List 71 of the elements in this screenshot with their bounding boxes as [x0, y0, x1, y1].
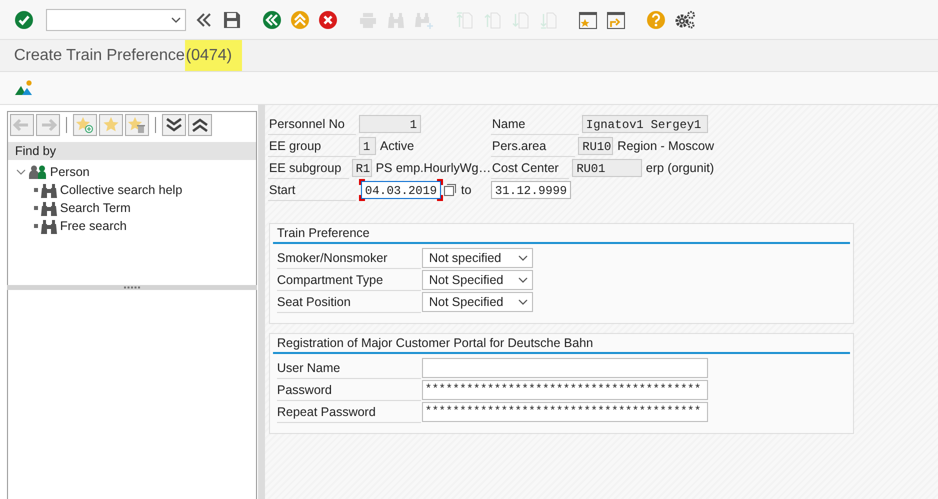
field-label: to	[461, 183, 472, 197]
dropdown-value: Not specified	[429, 251, 502, 265]
field-label: Start	[268, 180, 356, 200]
dropdown-value: Not Specified	[429, 295, 504, 309]
binoculars-icon	[41, 218, 57, 234]
display-field: Ignatov1 Sergey1	[582, 115, 708, 133]
caret-icon[interactable]	[171, 16, 181, 22]
date-field[interactable]: 31.12.9999	[491, 181, 571, 199]
check-icon[interactable]	[14, 10, 34, 30]
display-field: R1	[352, 159, 372, 177]
panel-header: Find by	[8, 142, 256, 160]
field-label: Cost Center	[491, 158, 570, 178]
screen-number: (0474)	[184, 40, 242, 71]
field-label: Personnel No	[268, 114, 356, 134]
star-plus-icon	[75, 115, 95, 135]
field-label: Smoker/Nonsmoker	[277, 248, 421, 268]
star-plus-button[interactable]	[73, 114, 97, 136]
field-description: PS emp.HourlyWg…	[376, 161, 491, 175]
tree-item[interactable]: Free search	[60, 219, 127, 233]
bullet-icon	[34, 188, 38, 192]
tree-item[interactable]: Collective search help	[60, 183, 182, 197]
tree-item[interactable]: Person	[50, 165, 90, 179]
field-label: Repeat Password	[277, 402, 421, 422]
star-trash-button[interactable]	[125, 114, 149, 136]
field-label: EE group	[268, 136, 356, 156]
value-help-icon[interactable]	[443, 183, 457, 197]
bullet-icon	[34, 206, 38, 210]
display-field: RU01	[572, 159, 642, 177]
dropdown[interactable]: Not specified	[422, 248, 533, 268]
field-description: Active	[380, 139, 414, 153]
back-icon[interactable]	[262, 10, 282, 30]
binoculars-icon	[41, 182, 57, 198]
display-field: RU10	[578, 137, 614, 155]
password-field[interactable]: ****************************************	[422, 402, 708, 422]
field-label: User Name	[277, 358, 421, 378]
expand-caret-icon[interactable]	[16, 167, 26, 177]
bullet-icon	[34, 224, 38, 228]
group-title: Registration of Major Customer Portal for Deutsche Bahn	[273, 336, 850, 354]
password-field[interactable]: ****************************************	[422, 380, 708, 400]
people-icon	[29, 165, 47, 179]
screen-title: Create Train Preference	[14, 46, 185, 66]
dropdown-value: Not Specified	[429, 273, 504, 287]
caret-icon[interactable]	[518, 299, 528, 305]
field-label: Pers.area	[491, 136, 576, 156]
field-label: Seat Position	[277, 292, 421, 312]
input-field[interactable]	[422, 358, 708, 378]
field-label: EE subgroup	[268, 158, 349, 178]
command-field[interactable]	[46, 8, 186, 30]
star-trash-icon	[127, 115, 147, 135]
double-down-chevron-button[interactable]	[162, 114, 186, 136]
cancel-icon[interactable]	[318, 10, 338, 30]
gear-icon[interactable]	[674, 10, 696, 30]
caret-icon[interactable]	[518, 277, 528, 283]
field-label: Password	[277, 380, 421, 400]
dropdown[interactable]: Not Specified	[422, 270, 533, 290]
dropdown[interactable]: Not Specified	[422, 292, 533, 312]
field-description: Region - Moscow	[617, 139, 714, 153]
binoculars-icon	[41, 200, 57, 216]
tree-item[interactable]: Search Term	[60, 201, 131, 215]
field-label: Compartment Type	[277, 270, 421, 290]
mountain-icon[interactable]	[14, 78, 34, 98]
field-description: erp (orgunit)	[646, 161, 714, 175]
caret-icon[interactable]	[518, 255, 528, 261]
star-button[interactable]	[99, 114, 123, 136]
group-title: Train Preference	[273, 226, 850, 244]
splitter-handle-icon[interactable]	[123, 286, 141, 289]
double-up-chevron-button[interactable]	[188, 114, 212, 136]
display-field: 1	[359, 115, 421, 133]
display-field: 1	[359, 137, 376, 155]
field-label: Name	[491, 114, 579, 134]
date-field[interactable]: 04.03.2019	[359, 179, 443, 201]
